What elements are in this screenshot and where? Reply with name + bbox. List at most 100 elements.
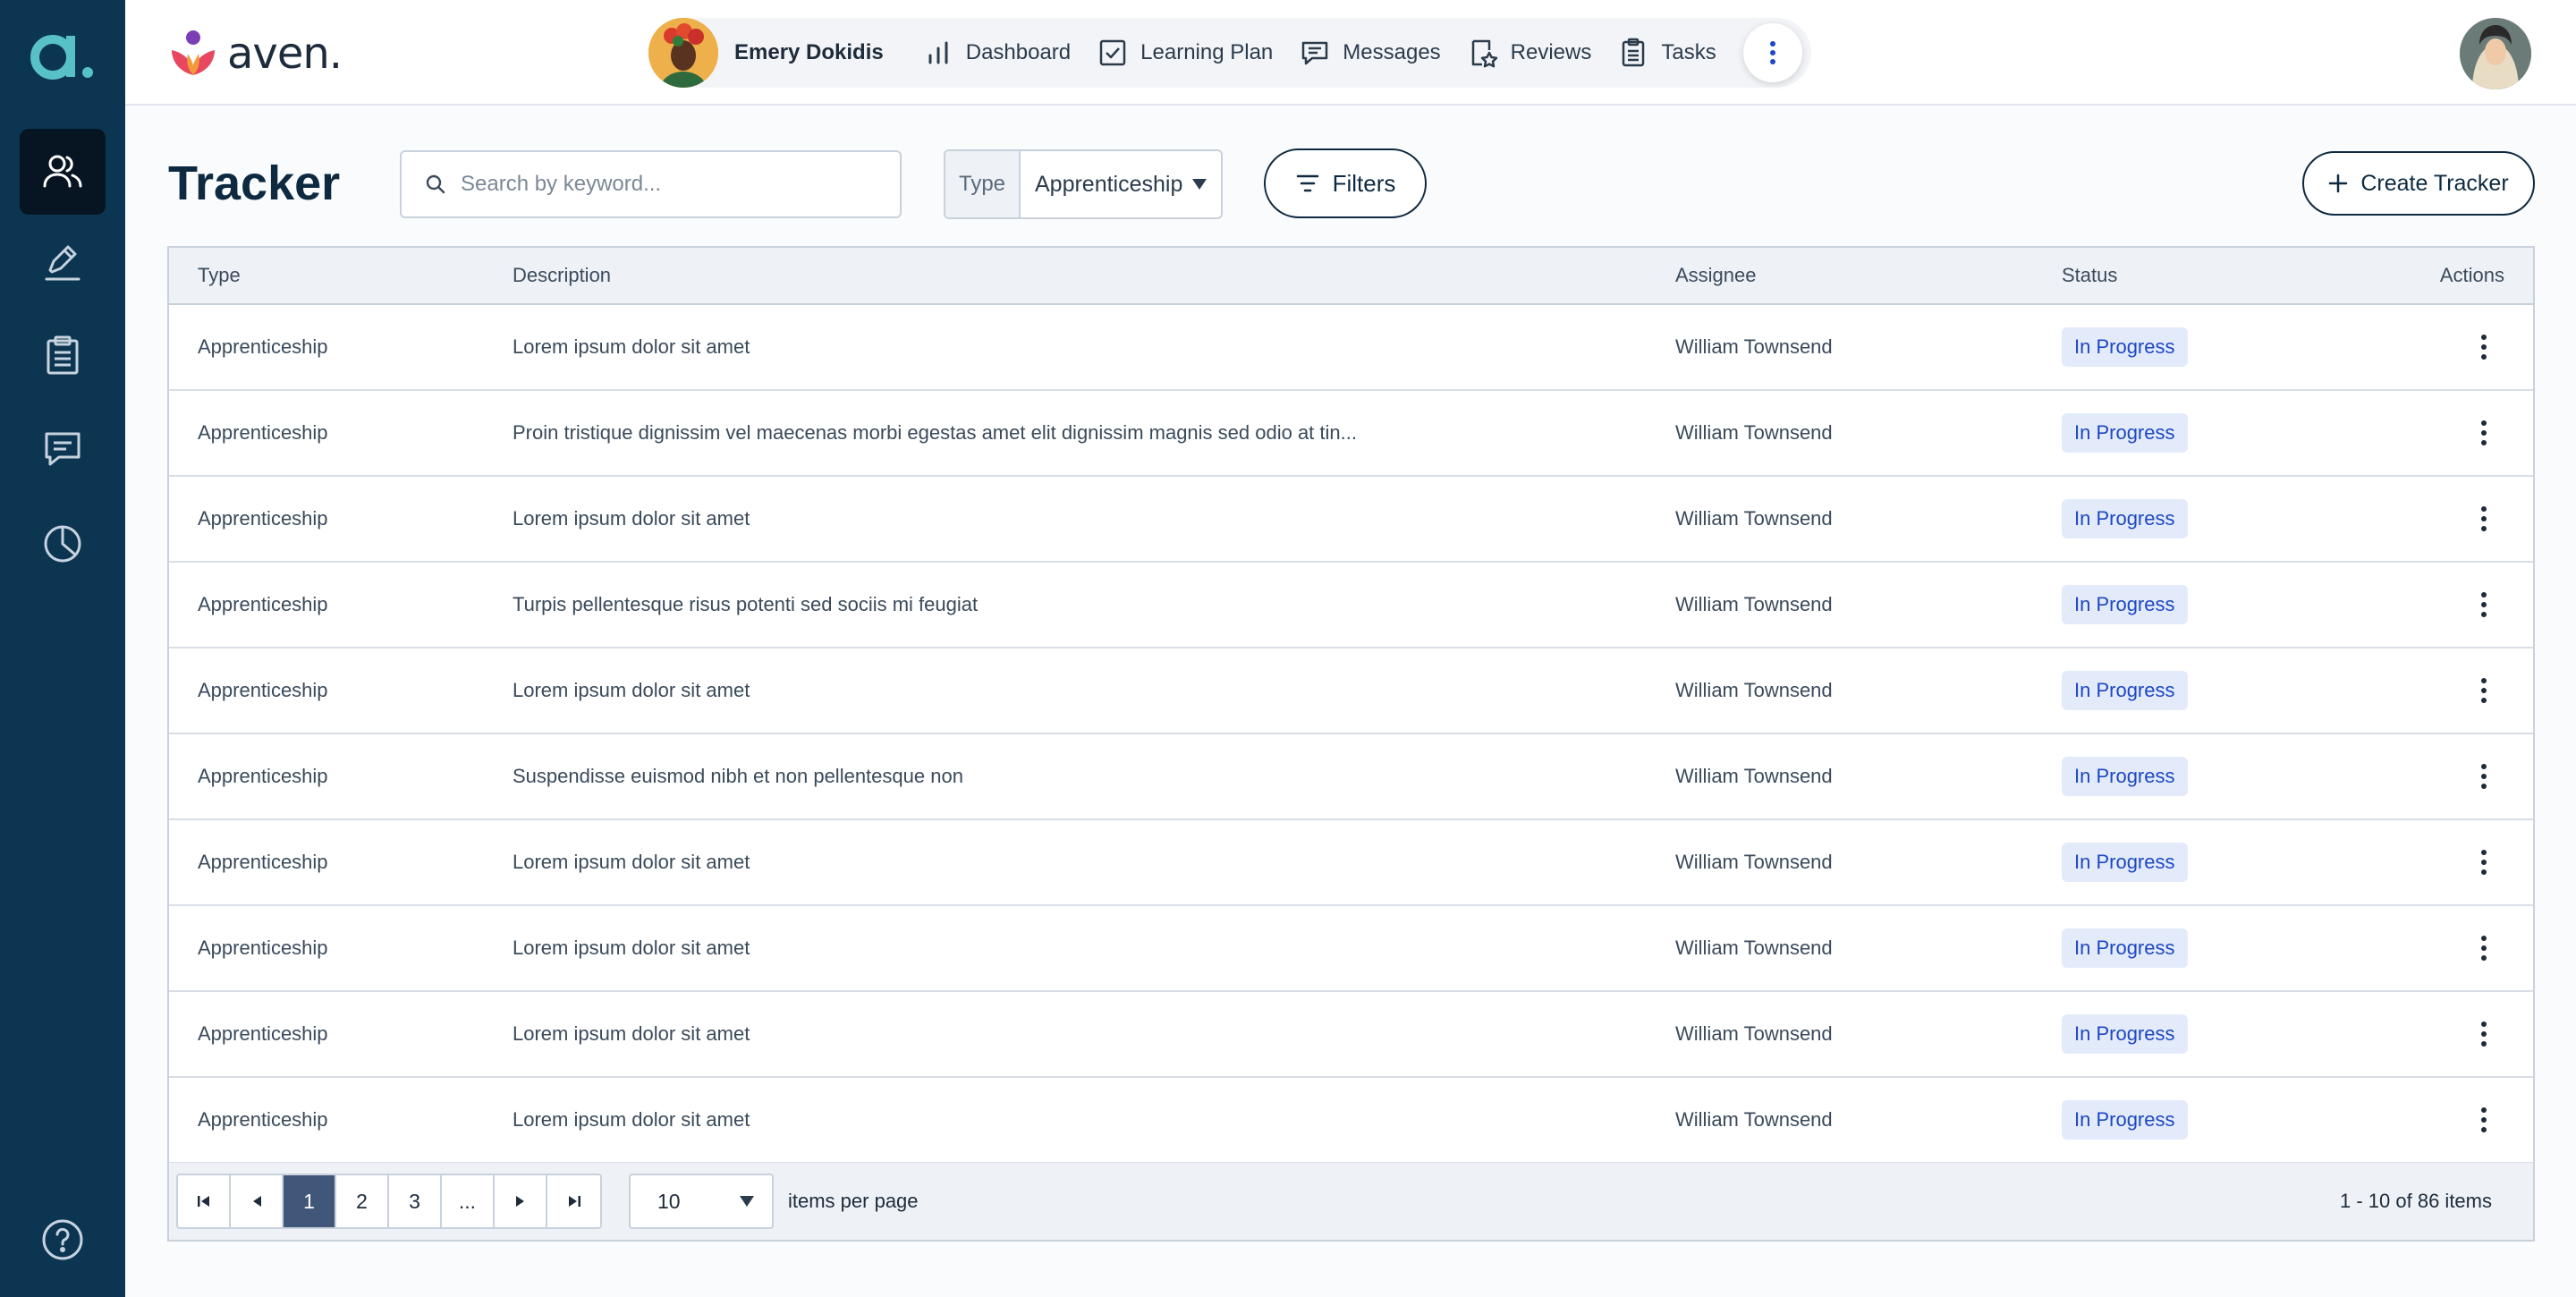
row-actions-menu-icon[interactable] [2469, 501, 2499, 537]
table-row[interactable]: Apprenticeship Lorem ipsum dolor sit ame… [169, 305, 2533, 391]
search-input[interactable] [461, 172, 854, 197]
cell-type: Apprenticeship [198, 335, 328, 358]
create-tracker-button[interactable]: Create Tracker [2302, 151, 2535, 216]
checkbox-icon [1099, 39, 1126, 66]
status-badge: In Progress [2062, 757, 2188, 796]
cell-status: In Progress [2062, 843, 2407, 882]
cell-status: In Progress [2062, 1100, 2407, 1140]
profile-photo-icon [648, 18, 718, 88]
cell-status: In Progress [2062, 928, 2407, 968]
status-badge: In Progress [2062, 928, 2188, 968]
row-actions-menu-icon[interactable] [2469, 844, 2499, 880]
cell-status: In Progress [2062, 413, 2407, 453]
header-description[interactable]: Description [513, 264, 1675, 287]
top-navigation: Emery Dokidis Dashboard Learning Plan Me… [648, 18, 1811, 88]
table-row[interactable]: Apprenticeship Lorem ipsum dolor sit ame… [169, 992, 2533, 1078]
profile-avatar [648, 18, 718, 88]
cell-actions [2407, 759, 2533, 794]
nav-reviews[interactable]: Reviews [1468, 18, 1619, 88]
nav-messages[interactable]: Messages [1300, 18, 1467, 88]
tasks-icon [1623, 38, 1645, 67]
nav-more-button[interactable] [1742, 23, 1802, 82]
header-type[interactable]: Type [169, 264, 513, 287]
rail-chat-button[interactable] [20, 406, 106, 492]
page-size-label: items per page [788, 1190, 919, 1212]
table-row[interactable]: Apprenticeship Lorem ipsum dolor sit ame… [169, 648, 2533, 734]
row-actions-menu-icon[interactable] [2469, 759, 2499, 794]
header-status[interactable]: Status [2062, 264, 2407, 287]
brand-logo[interactable]: aven. [166, 27, 343, 81]
cell-type: Apprenticeship [198, 765, 328, 787]
rail-clipboard-button[interactable] [20, 313, 106, 399]
type-filter-dropdown[interactable]: Apprenticeship [1021, 151, 1221, 217]
table-row[interactable]: Apprenticeship Suspendisse euismod nibh … [169, 734, 2533, 820]
row-actions-menu-icon[interactable] [2469, 329, 2499, 365]
type-filter-select[interactable]: Type Apprenticeship [944, 149, 1223, 219]
first-page-button[interactable] [178, 1175, 231, 1227]
profile-chip[interactable]: Emery Dokidis [648, 18, 923, 88]
last-page-button[interactable] [547, 1175, 600, 1227]
prev-page-button[interactable] [231, 1175, 284, 1227]
page-1-button[interactable]: 1 [284, 1175, 336, 1227]
page-size-select[interactable]: 10 [629, 1174, 774, 1229]
search-box[interactable] [400, 150, 902, 218]
filters-button[interactable]: Filters [1264, 148, 1427, 218]
cell-description: Lorem ipsum dolor sit amet [513, 679, 750, 701]
nav-tasks[interactable]: Tasks [1618, 18, 1742, 88]
cell-status: In Progress [2062, 757, 2407, 796]
page-size-value: 10 [657, 1189, 681, 1213]
pagination-bar: 1 2 3 ... 10 items per page 1 - 10 of 86… [169, 1163, 2533, 1240]
row-actions-menu-icon[interactable] [2469, 930, 2499, 966]
cell-type: Apprenticeship [198, 1022, 328, 1045]
rail-pen-button[interactable] [20, 220, 106, 306]
header-assignee[interactable]: Assignee [1675, 264, 2062, 287]
profile-name: Emery Dokidis [734, 40, 884, 64]
filters-label: Filters [1332, 169, 1396, 197]
cell-status: In Progress [2062, 1014, 2407, 1054]
status-badge: In Progress [2062, 413, 2188, 453]
cell-type: Apprenticeship [198, 851, 328, 873]
status-badge: In Progress [2062, 585, 2188, 624]
table-header: Type Description Assignee Status Actions [169, 248, 2533, 305]
caret-down-icon [1192, 179, 1207, 190]
nav-learning-plan[interactable]: Learning Plan [1097, 18, 1300, 88]
rail-help-button[interactable] [20, 1197, 106, 1283]
nav-dashboard[interactable]: Dashboard [923, 18, 1097, 88]
status-badge: In Progress [2062, 327, 2188, 367]
rail-reports-button[interactable] [20, 499, 106, 585]
row-actions-menu-icon[interactable] [2469, 673, 2499, 708]
account-avatar[interactable] [2460, 18, 2531, 89]
cell-description: Lorem ipsum dolor sit amet [513, 1108, 750, 1131]
page-3-button[interactable]: 3 [389, 1175, 442, 1227]
cell-assignee: William Townsend [1675, 1022, 1833, 1045]
cell-description: Suspendisse euismod nibh et non pellente… [513, 765, 963, 787]
cell-actions [2407, 1016, 2533, 1052]
more-vertical-icon [1769, 41, 1775, 64]
page-2-button[interactable]: 2 [336, 1175, 389, 1227]
cell-actions [2407, 415, 2533, 451]
first-page-icon [197, 1196, 209, 1207]
table-row[interactable]: Apprenticeship Lorem ipsum dolor sit ame… [169, 906, 2533, 992]
table-row[interactable]: Apprenticeship Lorem ipsum dolor sit ame… [169, 820, 2533, 906]
row-actions-menu-icon[interactable] [2469, 415, 2499, 451]
table-row[interactable]: Apprenticeship Lorem ipsum dolor sit ame… [169, 1078, 2533, 1164]
table-row[interactable]: Apprenticeship Turpis pellentesque risus… [169, 563, 2533, 648]
cell-actions [2407, 1102, 2533, 1138]
rail-users-button[interactable] [20, 129, 106, 215]
page-ellipsis-button[interactable]: ... [442, 1175, 495, 1227]
app-logo[interactable] [27, 25, 98, 86]
cell-description: Lorem ipsum dolor sit amet [513, 507, 750, 530]
prev-page-icon [252, 1196, 261, 1207]
row-actions-menu-icon[interactable] [2469, 1016, 2499, 1052]
row-actions-menu-icon[interactable] [2469, 1102, 2499, 1138]
next-page-button[interactable] [495, 1175, 547, 1227]
cell-assignee: William Townsend [1675, 421, 1833, 444]
chat-icon [45, 432, 80, 466]
next-page-icon [515, 1196, 524, 1207]
nav-reviews-label: Reviews [1510, 40, 1592, 64]
row-actions-menu-icon[interactable] [2469, 587, 2499, 623]
status-badge: In Progress [2062, 671, 2188, 710]
table-row[interactable]: Apprenticeship Lorem ipsum dolor sit ame… [169, 477, 2533, 563]
pen-icon [45, 245, 80, 281]
table-row[interactable]: Apprenticeship Proin tristique dignissim… [169, 391, 2533, 477]
